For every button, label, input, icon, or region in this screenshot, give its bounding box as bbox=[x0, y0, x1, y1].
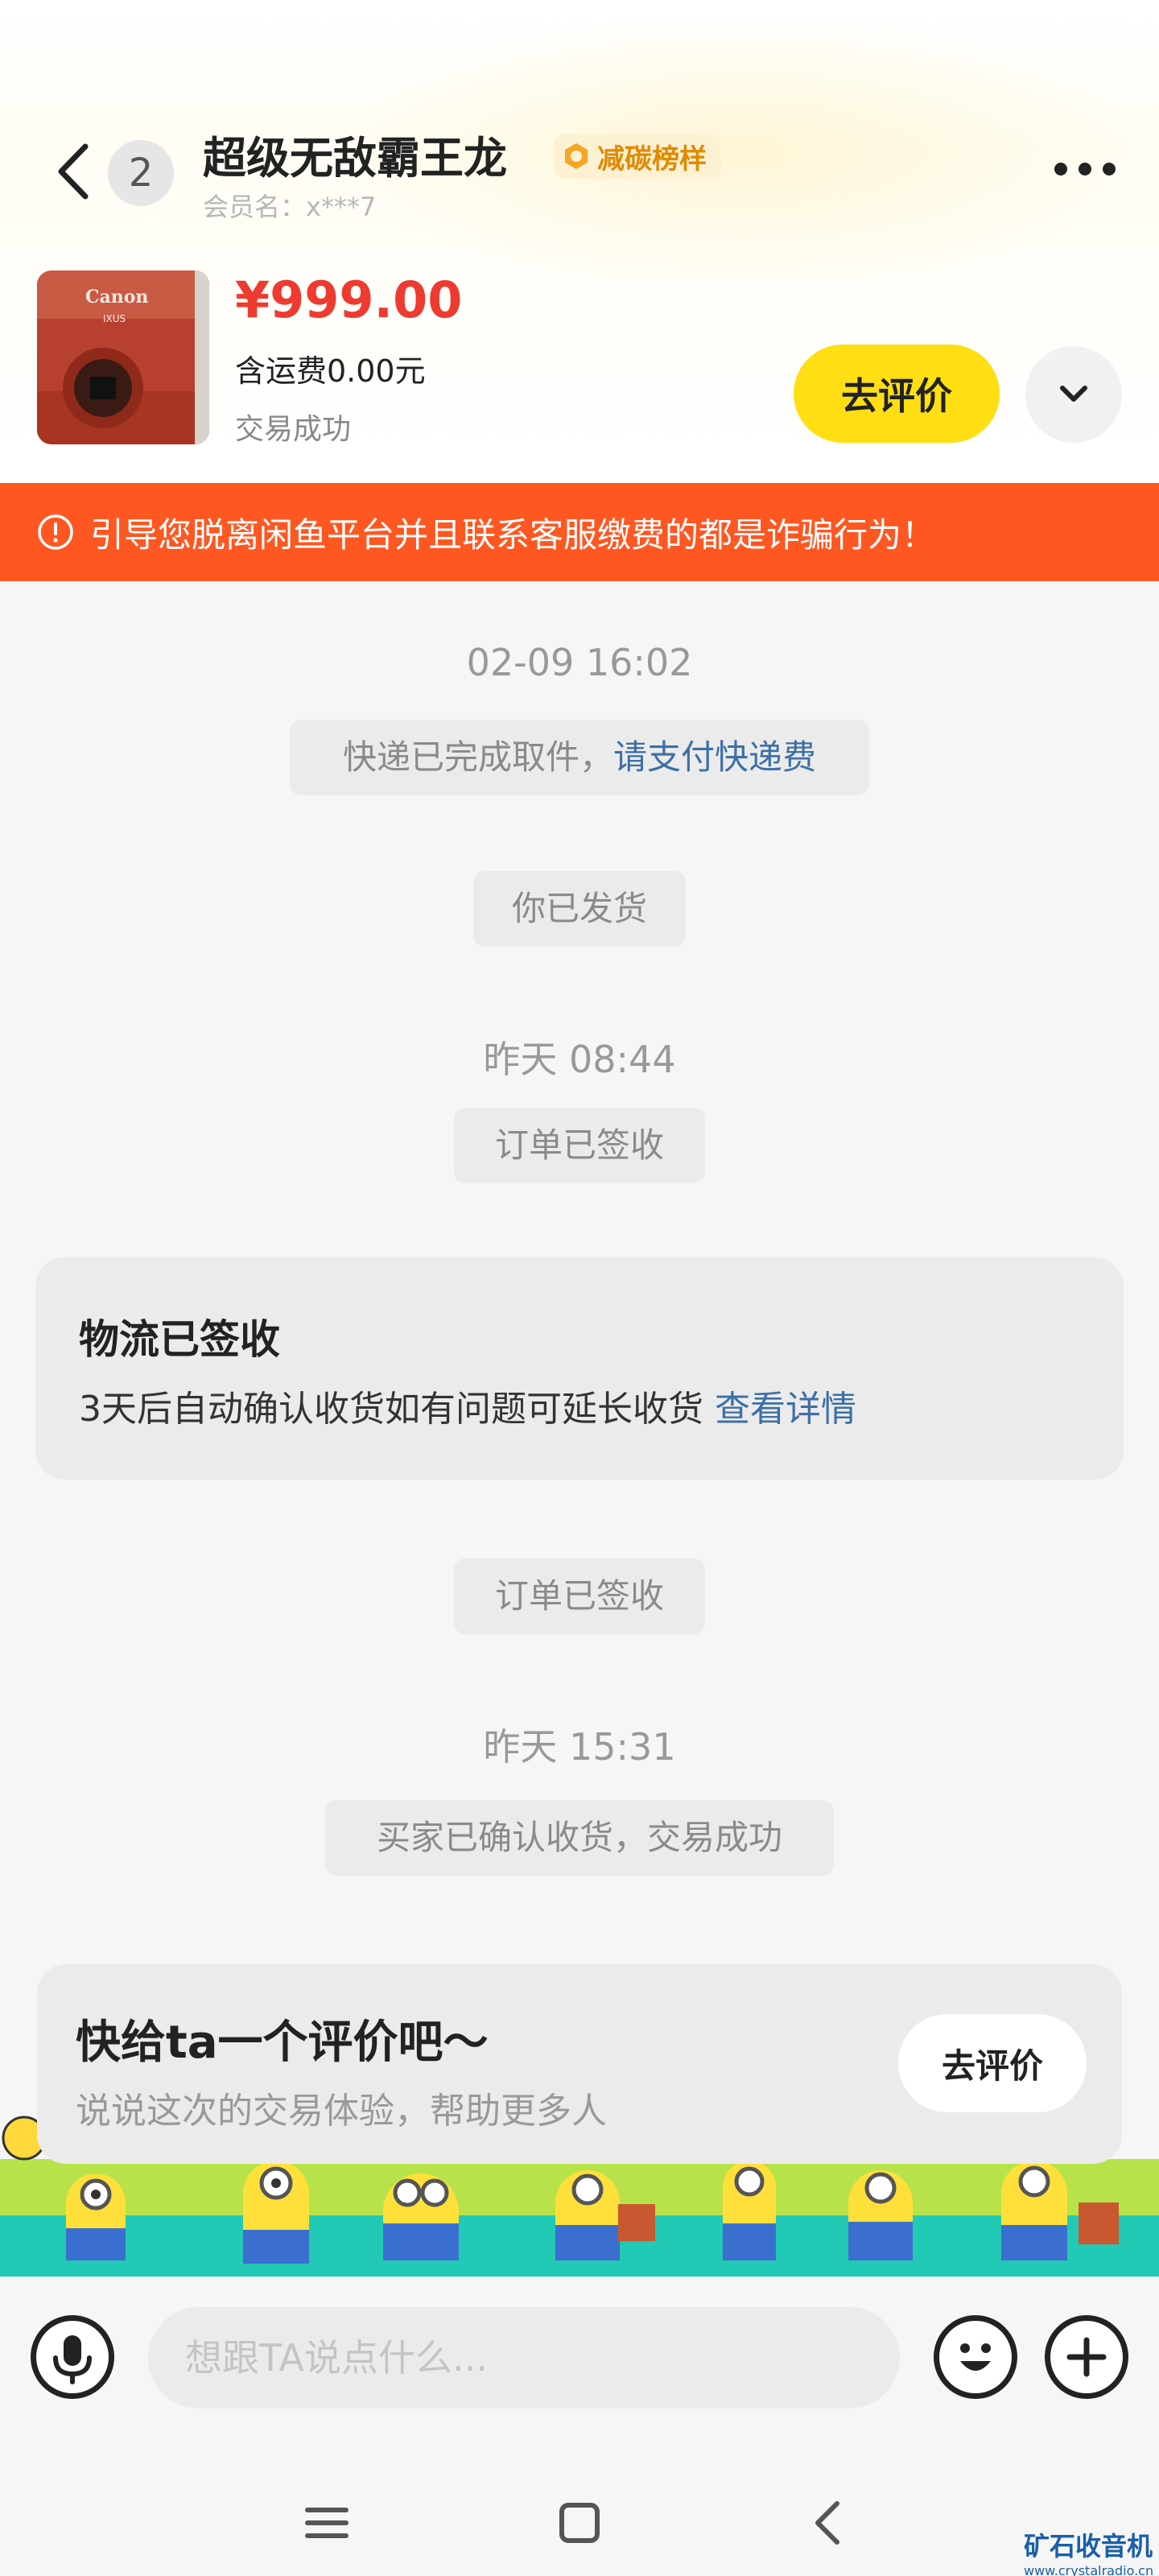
microphone-icon bbox=[53, 2335, 92, 2384]
unread-count-badge[interactable]: 2 bbox=[108, 140, 174, 206]
svg-text:IXUS: IXUS bbox=[103, 313, 126, 324]
system-message-signed: 订单已签收 bbox=[454, 1108, 705, 1183]
emoji-button[interactable] bbox=[934, 2315, 1017, 2399]
voice-input-button[interactable] bbox=[31, 2315, 114, 2399]
shipping-fee: 含运费0.00元 bbox=[235, 353, 426, 389]
pickup-text: 快递已完成取件， bbox=[342, 737, 613, 777]
home-square-icon bbox=[559, 2503, 600, 2543]
fraud-warning-bar: 引导您脱离闲鱼平台并且联系客服缴费的都是诈骗行为！ bbox=[0, 483, 1159, 581]
back-icon[interactable] bbox=[48, 135, 97, 208]
watermark-url: www.crystalradio.cn bbox=[1024, 2563, 1154, 2576]
back-nav-icon bbox=[815, 2501, 839, 2545]
system-message-pickup: 快递已完成取件，请支付快递费 bbox=[290, 720, 869, 795]
review-button[interactable]: 去评价 bbox=[794, 345, 1000, 443]
more-actions-button[interactable] bbox=[1045, 2315, 1128, 2399]
logistics-title: 物流已签收 bbox=[79, 1316, 280, 1363]
member-label: 会员名：x***7 bbox=[203, 192, 377, 222]
carbon-badge-icon bbox=[565, 143, 588, 169]
system-nav-bar bbox=[0, 2470, 1159, 2576]
review-prompt-button[interactable]: 去评价 bbox=[898, 2014, 1087, 2112]
trade-status: 交易成功 bbox=[235, 413, 352, 446]
fraud-warning-text: 引导您脱离闲鱼平台并且联系客服缴费的都是诈骗行为！ bbox=[90, 514, 936, 555]
carbon-badge-label: 减碳榜样 bbox=[597, 142, 707, 175]
svg-text:Canon: Canon bbox=[85, 287, 148, 308]
watermark-name: 矿石收音机 bbox=[1024, 2531, 1153, 2562]
plus-icon bbox=[1066, 2337, 1107, 2377]
seller-name[interactable]: 超级无敌霸王龙 bbox=[203, 122, 507, 186]
timestamp: 02-09 16:02 bbox=[466, 641, 693, 684]
logistics-desc-text: 3天后自动确认收货如有问题可延长收货 bbox=[79, 1389, 703, 1430]
system-message-confirmed: 买家已确认收货，交易成功 bbox=[325, 1800, 834, 1876]
review-prompt-card: 快给ta一个评价吧～ 说说这次的交易体验，帮助更多人 去评价 bbox=[37, 1964, 1122, 2164]
view-details-link[interactable]: 查看详情 bbox=[715, 1389, 856, 1430]
logistics-desc: 3天后自动确认收货如有问题可延长收货 查看详情 bbox=[79, 1380, 856, 1431]
menu-nav-button[interactable] bbox=[295, 2491, 359, 2555]
chevron-down-icon bbox=[1060, 386, 1087, 402]
alert-icon bbox=[38, 514, 73, 550]
system-message-signed: 订单已签收 bbox=[454, 1558, 705, 1634]
system-message-shipped: 你已发货 bbox=[473, 871, 686, 947]
product-price: ¥999.00 bbox=[235, 270, 463, 329]
back-nav-button[interactable] bbox=[797, 2491, 861, 2555]
review-prompt-title: 快给ta一个评价吧～ bbox=[76, 2017, 489, 2069]
review-prompt-subtitle: 说说这次的交易体验，帮助更多人 bbox=[76, 2091, 607, 2132]
expand-button[interactable] bbox=[1025, 346, 1122, 443]
carbon-badge[interactable]: 减碳榜样 bbox=[554, 134, 721, 179]
emoji-icon bbox=[960, 2343, 991, 2371]
product-thumbnail[interactable]: Canon IXUS bbox=[37, 270, 209, 444]
more-options-icon[interactable] bbox=[1051, 158, 1119, 180]
home-nav-button[interactable] bbox=[547, 2491, 612, 2555]
logistics-card[interactable]: 物流已签收 3天后自动确认收货如有问题可延长收货 查看详情 bbox=[35, 1257, 1124, 1480]
message-input-bar bbox=[0, 2277, 1159, 2470]
timestamp: 昨天 08:44 bbox=[483, 1038, 676, 1081]
watermark: 矿石收音机 www.crystalradio.cn bbox=[1024, 2526, 1153, 2576]
hamburger-icon bbox=[305, 2508, 349, 2538]
timestamp: 昨天 15:31 bbox=[483, 1725, 676, 1769]
pay-shipping-link[interactable]: 请支付快递费 bbox=[613, 737, 816, 777]
message-input[interactable] bbox=[148, 2307, 900, 2409]
